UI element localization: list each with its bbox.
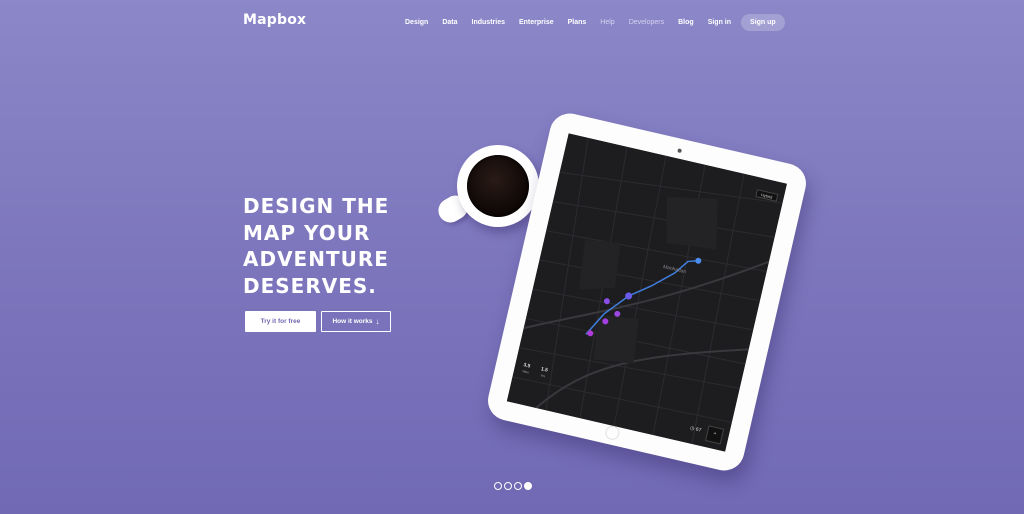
tablet-camera (677, 148, 683, 154)
headline-line-4: DESERVES. (243, 273, 377, 298)
nav-enterprise[interactable]: Enterprise (519, 19, 554, 26)
carousel-dot[interactable] (494, 482, 502, 490)
nav-help[interactable]: Help (600, 19, 614, 26)
how-it-works-label: How it works (332, 318, 373, 325)
nav-design[interactable]: Design (405, 19, 428, 26)
top-nav: Mapbox Design Data Industries Enterprise… (0, 0, 1024, 44)
carousel-dot[interactable] (514, 482, 522, 490)
tablet-map-screen: Manhattan Hybrid 3.5 miles 1.5 hrs ◷ 67 … (506, 133, 787, 452)
try-free-button[interactable]: Try it for free (245, 311, 316, 332)
nav-plans[interactable]: Plans (568, 19, 587, 26)
nav-blog[interactable]: Blog (678, 19, 694, 26)
headline-line-2: MAP YOUR (243, 220, 371, 245)
mapbox-logo[interactable]: Mapbox (243, 12, 306, 28)
coffee-mug-image (457, 145, 539, 227)
distance-unit: miles (521, 368, 530, 375)
how-it-works-button[interactable]: How it works ↓ (321, 311, 391, 332)
arrow-down-icon: ↓ (375, 317, 380, 326)
nav-links: Design Data Industries Enterprise Plans … (405, 13, 785, 31)
hero-headline: DESIGN THE MAP YOUR ADVENTURE DESERVES. (243, 193, 433, 299)
coffee-surface (467, 155, 529, 217)
carousel-dot[interactable] (504, 482, 512, 490)
headline-line-1: DESIGN THE (243, 194, 390, 218)
headline-line-3: ADVENTURE (243, 247, 389, 271)
carousel-dots (494, 482, 534, 490)
dark-map-image (506, 133, 787, 452)
nav-industries[interactable]: Industries (472, 19, 505, 26)
nav-signin[interactable]: Sign in (708, 19, 731, 26)
carousel-dot[interactable] (524, 482, 532, 490)
chevron-up-icon: ⌃ (711, 431, 718, 439)
nav-developers[interactable]: Developers (629, 19, 664, 26)
signup-button[interactable]: Sign up (741, 13, 785, 31)
nav-data[interactable]: Data (442, 19, 457, 26)
